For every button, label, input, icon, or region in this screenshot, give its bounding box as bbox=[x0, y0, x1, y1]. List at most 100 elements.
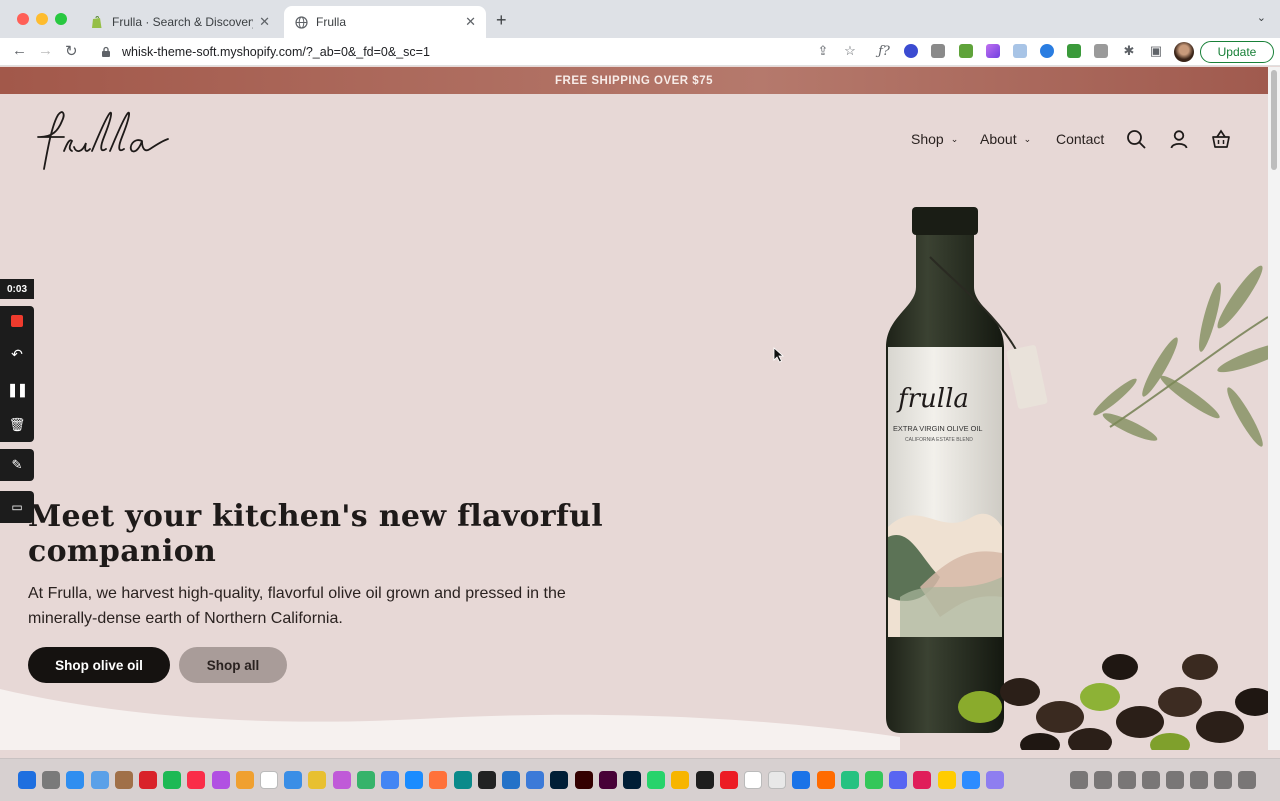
dock-app-icon[interactable] bbox=[90, 771, 109, 789]
dock-app-icon[interactable] bbox=[550, 771, 569, 789]
dock-app-icon[interactable] bbox=[647, 771, 666, 789]
pen-extension-icon[interactable] bbox=[986, 44, 1000, 58]
reload-icon[interactable]: ↻ bbox=[65, 42, 78, 60]
dock-app-icon[interactable] bbox=[865, 771, 883, 789]
account-icon[interactable] bbox=[1169, 129, 1189, 149]
font-finder-extension-icon[interactable]: ƒ? bbox=[876, 43, 892, 59]
mouse-cursor-icon bbox=[773, 347, 785, 363]
minimize-window-button[interactable] bbox=[36, 13, 48, 25]
camera-extension-icon[interactable] bbox=[931, 44, 945, 58]
dock-app-icon[interactable] bbox=[816, 771, 835, 789]
dock-app-icon[interactable] bbox=[768, 771, 787, 789]
dock-app-icon[interactable] bbox=[114, 771, 133, 789]
dock-window-thumbnail[interactable] bbox=[1214, 771, 1232, 789]
dock-app-icon[interactable] bbox=[695, 771, 714, 789]
dock-window-thumbnail[interactable] bbox=[1118, 771, 1136, 789]
dock-app-icon[interactable] bbox=[42, 771, 61, 789]
nav-shop[interactable]: Shop ⌄ bbox=[911, 131, 958, 147]
dock-window-thumbnail[interactable] bbox=[1070, 771, 1088, 789]
dock-app-icon[interactable] bbox=[429, 771, 448, 789]
camera-toggle-icon[interactable]: ▭ bbox=[0, 491, 34, 523]
url-text: whisk-theme-soft.myshopify.com/?_ab=0&_f… bbox=[122, 45, 430, 59]
dock-app-icon[interactable] bbox=[913, 771, 932, 789]
dock-app-icon[interactable] bbox=[526, 771, 545, 789]
dock-app-icon[interactable] bbox=[405, 771, 424, 789]
update-button[interactable]: Update bbox=[1200, 41, 1274, 63]
stop-recording-icon[interactable] bbox=[11, 315, 23, 328]
trash-icon[interactable]: 🗑 bbox=[9, 417, 26, 433]
dock-app-icon[interactable] bbox=[937, 771, 956, 789]
pen-tool-icon[interactable]: ✎ bbox=[0, 449, 34, 481]
browser-tab-frulla[interactable]: Frulla ✕ bbox=[284, 6, 486, 38]
extension-icon[interactable] bbox=[1094, 44, 1108, 58]
puzzle-extensions-icon[interactable]: ✱ bbox=[1121, 43, 1137, 59]
new-tab-icon[interactable]: + bbox=[496, 10, 507, 31]
dock-app-icon[interactable] bbox=[744, 771, 762, 789]
shopify-extension-icon[interactable] bbox=[959, 44, 973, 58]
maximize-window-button[interactable] bbox=[55, 13, 67, 25]
close-window-button[interactable] bbox=[17, 13, 29, 25]
dock-app-icon[interactable] bbox=[598, 771, 617, 789]
dock-window-thumbnail[interactable] bbox=[1142, 771, 1160, 789]
tab-search-chevron-icon[interactable]: ⌄ bbox=[1257, 11, 1266, 24]
pause-icon[interactable]: ❚❚ bbox=[7, 382, 28, 398]
dock-app-icon[interactable] bbox=[18, 771, 36, 789]
forward-arrow-icon[interactable]: → bbox=[38, 42, 53, 59]
dock-app-icon[interactable] bbox=[187, 771, 206, 789]
shopify-icon bbox=[90, 15, 104, 29]
dock-app-icon[interactable] bbox=[235, 771, 254, 789]
hero-title: Meet your kitchen's new flavorful compan… bbox=[28, 499, 603, 569]
address-bar[interactable]: whisk-theme-soft.myshopify.com/?_ab=0&_f… bbox=[92, 40, 872, 64]
dock-app-icon[interactable] bbox=[66, 771, 85, 789]
dock-app-icon[interactable] bbox=[260, 771, 278, 789]
share-icon[interactable]: ⇪ bbox=[815, 43, 831, 59]
dock-app-icon[interactable] bbox=[308, 771, 327, 789]
dock-app-icon[interactable] bbox=[284, 771, 303, 789]
nav-about[interactable]: About ⌄ bbox=[980, 131, 1031, 147]
dock-app-icon[interactable] bbox=[961, 771, 980, 789]
recorder-controls: ↶ ❚❚ 🗑 bbox=[0, 306, 34, 442]
dock-app-icon[interactable] bbox=[139, 771, 157, 789]
dock-app-icon[interactable] bbox=[574, 771, 593, 789]
cart-basket-icon[interactable] bbox=[1211, 129, 1231, 149]
extension-icon[interactable] bbox=[1067, 44, 1081, 58]
dock-window-thumbnail[interactable] bbox=[1238, 771, 1256, 789]
frulla-logo[interactable] bbox=[34, 107, 174, 182]
dock-app-icon[interactable] bbox=[840, 771, 859, 789]
dock-app-icon[interactable] bbox=[477, 771, 496, 789]
hero-description: At Frulla, we harvest high-quality, flav… bbox=[28, 585, 566, 627]
bookmark-star-icon[interactable]: ☆ bbox=[842, 43, 858, 59]
scrollbar-thumb[interactable] bbox=[1271, 70, 1277, 170]
dock-app-icon[interactable] bbox=[356, 771, 375, 789]
extension-icon[interactable] bbox=[1013, 44, 1027, 58]
dock-app-icon[interactable] bbox=[163, 771, 182, 789]
dock-app-icon[interactable] bbox=[332, 771, 351, 789]
dock-app-icon[interactable] bbox=[381, 771, 399, 789]
dock-window-thumbnail[interactable] bbox=[1190, 771, 1208, 789]
dock-app-icon[interactable] bbox=[719, 771, 738, 789]
tab-title: Frulla bbox=[316, 15, 347, 29]
close-tab-icon[interactable]: ✕ bbox=[465, 14, 476, 30]
dock-window-thumbnail[interactable] bbox=[1166, 771, 1184, 789]
dock-app-icon[interactable] bbox=[211, 771, 230, 789]
undo-icon[interactable]: ↶ bbox=[11, 346, 23, 363]
dock-app-icon[interactable] bbox=[792, 771, 811, 789]
dock-app-icon[interactable] bbox=[889, 771, 908, 789]
nav-contact[interactable]: Contact bbox=[1056, 131, 1104, 147]
extension-icon[interactable] bbox=[1040, 44, 1054, 58]
dock-app-icon[interactable] bbox=[986, 771, 1004, 789]
close-tab-icon[interactable]: ✕ bbox=[259, 14, 270, 30]
dock-app-icon[interactable] bbox=[502, 771, 520, 789]
search-icon[interactable] bbox=[1126, 129, 1146, 149]
dock-window-thumbnail[interactable] bbox=[1094, 771, 1112, 789]
nav-shop-label: Shop bbox=[911, 131, 944, 147]
extension-icon[interactable] bbox=[904, 44, 918, 58]
side-panel-icon[interactable]: ▣ bbox=[1148, 43, 1164, 59]
dock-app-icon[interactable] bbox=[453, 771, 472, 789]
back-arrow-icon[interactable]: ← bbox=[12, 42, 27, 59]
dock-app-icon[interactable] bbox=[623, 771, 641, 789]
dock-app-icon[interactable] bbox=[671, 771, 690, 789]
lock-icon bbox=[102, 46, 110, 57]
browser-tab-search-discovery[interactable]: Frulla · Search & Discovery · Sh ✕ bbox=[80, 6, 280, 38]
profile-avatar[interactable] bbox=[1174, 42, 1194, 62]
